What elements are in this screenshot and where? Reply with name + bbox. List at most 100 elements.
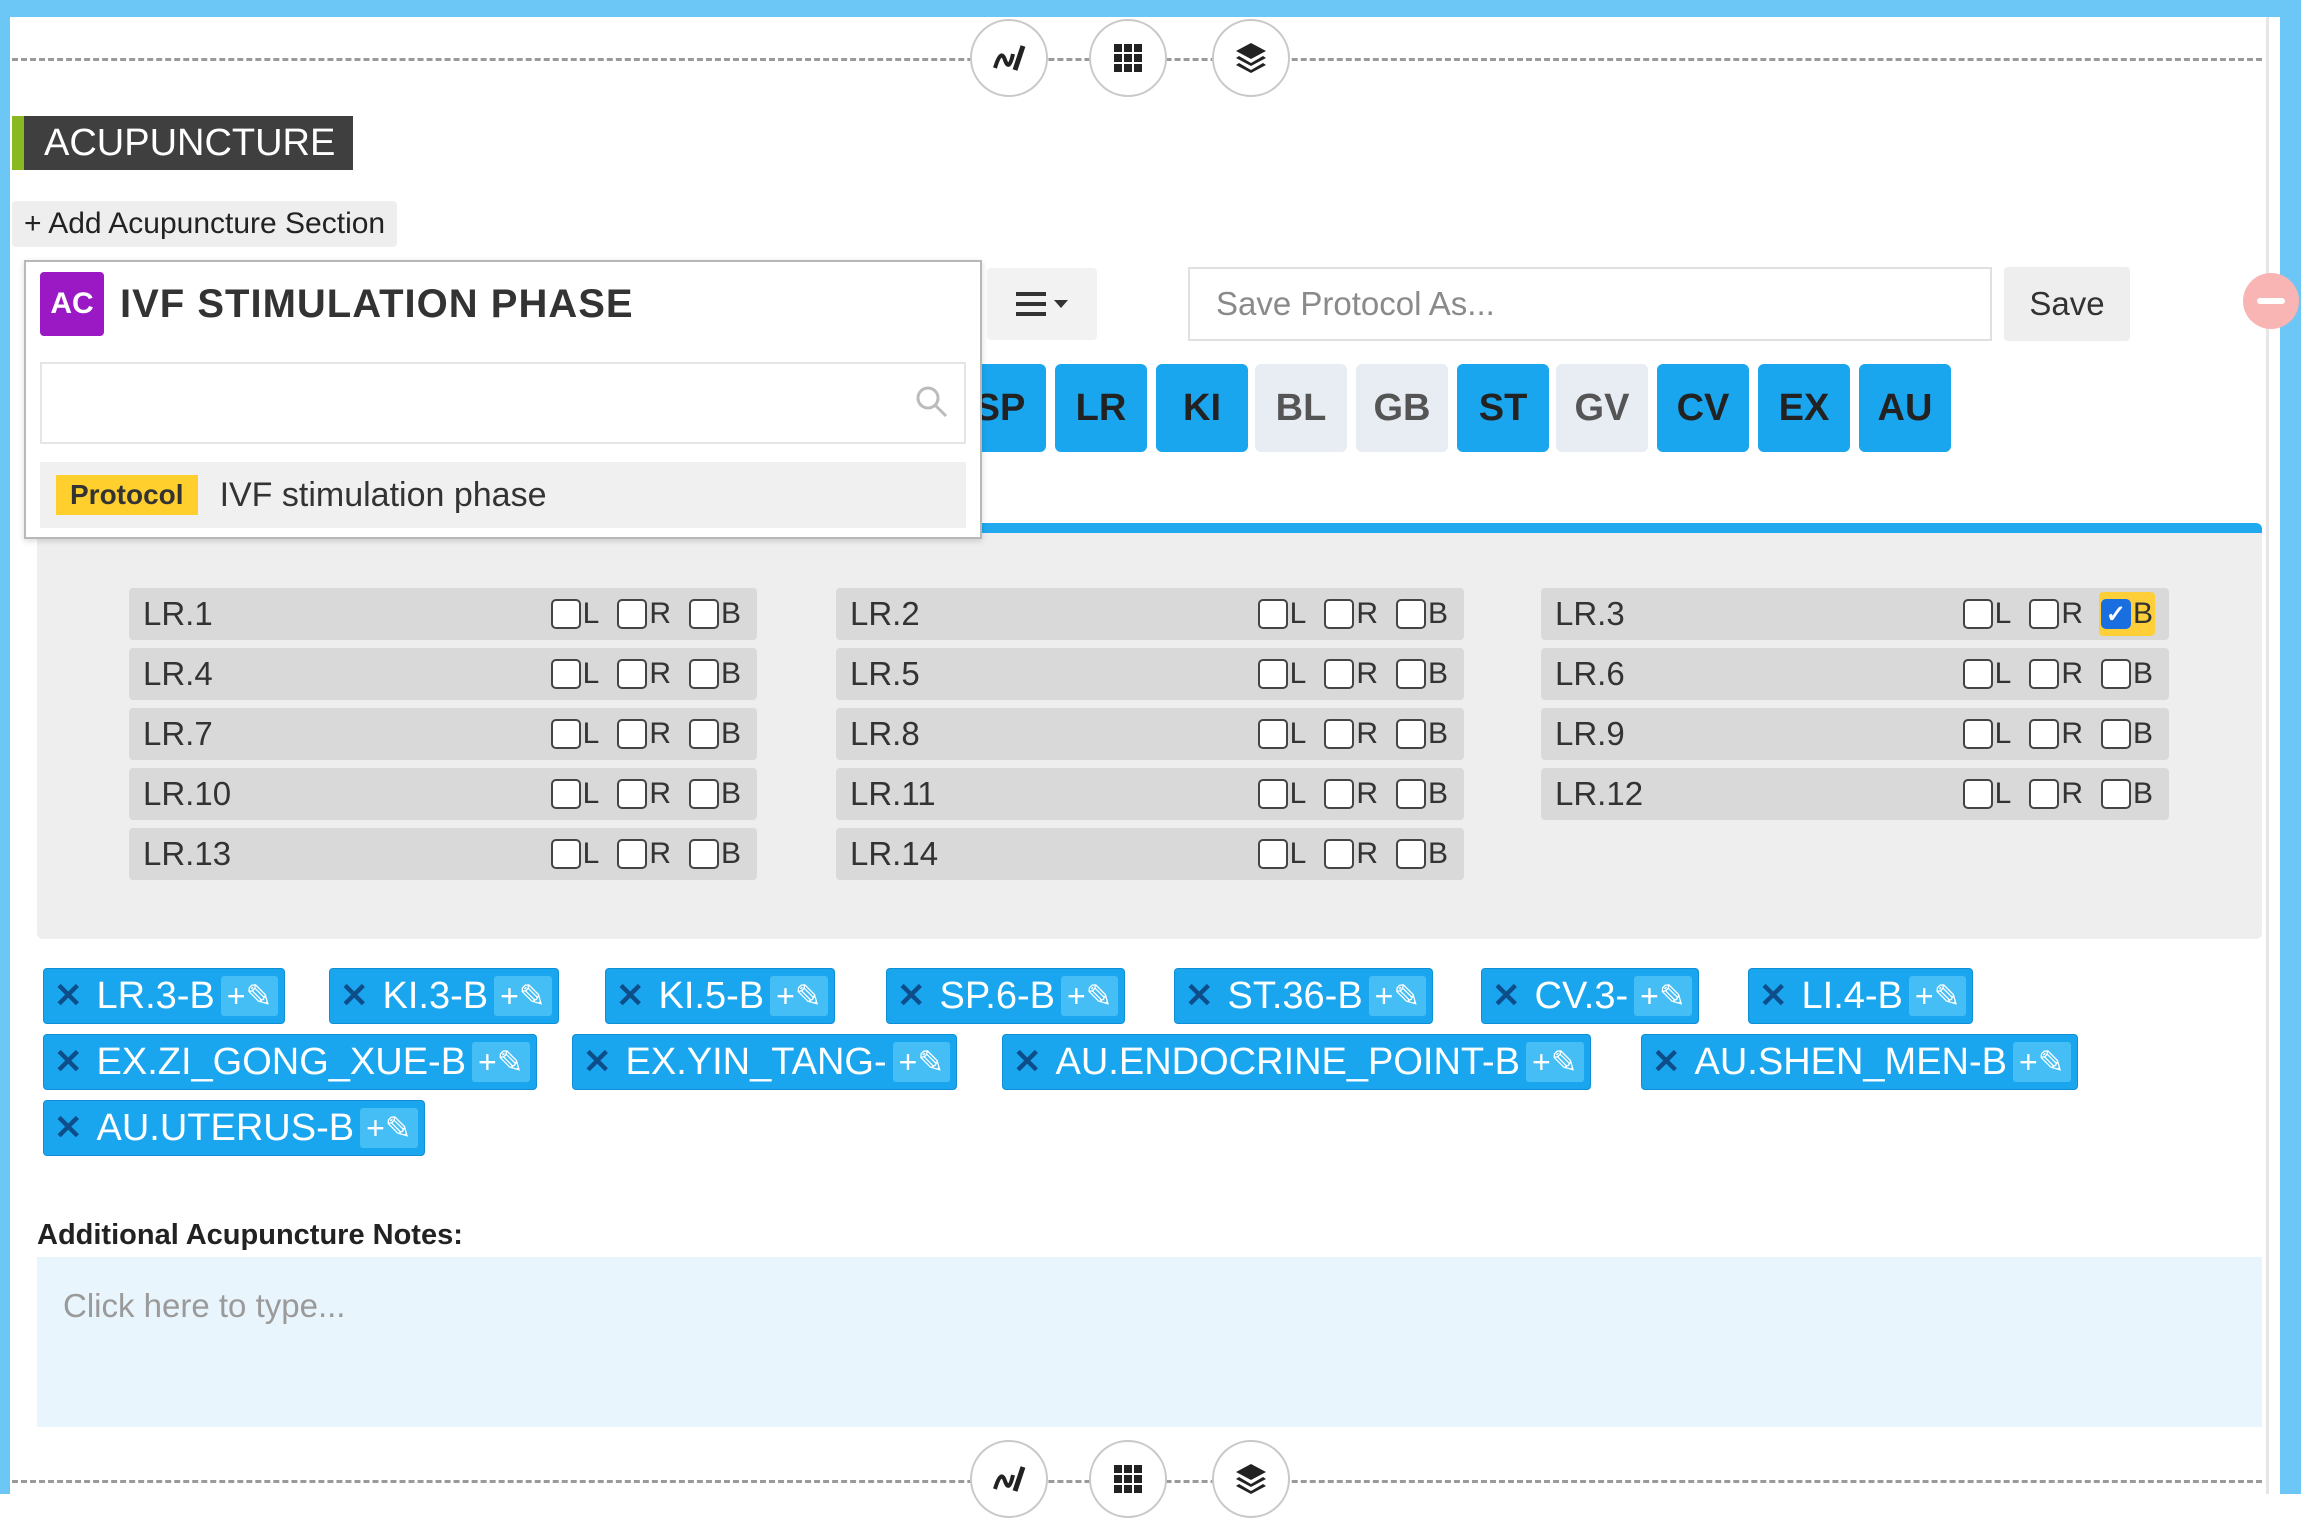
checkbox-box[interactable]: [2100, 779, 2131, 809]
edit-point-icon[interactable]: +✎: [770, 976, 828, 1016]
notes-textarea[interactable]: [37, 1257, 2262, 1427]
meridian-tab-gb[interactable]: GB: [1356, 364, 1448, 452]
edit-point-icon[interactable]: +✎: [1908, 976, 1967, 1016]
checkbox-box[interactable]: [688, 599, 719, 629]
remove-icon[interactable]: ✕: [54, 1042, 83, 1082]
side-checkbox-r[interactable]: R: [615, 652, 673, 696]
checkbox-box[interactable]: [1324, 839, 1355, 869]
side-checkbox-r[interactable]: R: [1322, 652, 1380, 696]
remove-icon[interactable]: ✕: [1759, 976, 1788, 1016]
side-checkbox-r[interactable]: R: [1322, 592, 1380, 636]
protocol-search-input[interactable]: [56, 364, 880, 442]
side-checkbox-b[interactable]: B: [1394, 652, 1450, 696]
remove-icon[interactable]: ✕: [1185, 976, 1214, 1016]
checkbox-box[interactable]: [688, 839, 719, 869]
meridian-tab-ki[interactable]: KI: [1156, 364, 1248, 452]
checkbox-box[interactable]: [2029, 719, 2060, 749]
checkbox-box[interactable]: [2029, 599, 2060, 629]
checkbox-box[interactable]: [2100, 719, 2131, 749]
edit-point-icon[interactable]: +✎: [1526, 1042, 1584, 1082]
checkbox-box[interactable]: [1395, 659, 1426, 689]
grid-icon[interactable]: [1089, 1440, 1167, 1518]
checkmark-icon[interactable]: ✓: [2100, 599, 2131, 629]
grid-icon[interactable]: [1089, 19, 1167, 97]
checkbox-box[interactable]: [617, 719, 648, 749]
side-checkbox-l[interactable]: L: [1256, 832, 1309, 876]
side-checkbox-b[interactable]: B: [2099, 652, 2155, 696]
protocol-menu-button[interactable]: [987, 268, 1097, 340]
checkbox-box[interactable]: [1324, 659, 1355, 689]
checkbox-box[interactable]: [1962, 719, 1993, 749]
side-checkbox-l[interactable]: L: [1961, 772, 2014, 816]
side-checkbox-b[interactable]: B: [2099, 772, 2155, 816]
checkbox-box[interactable]: [1257, 719, 1288, 749]
remove-icon[interactable]: ✕: [583, 1042, 612, 1082]
protocol-result-item[interactable]: Protocol IVF stimulation phase: [40, 462, 966, 528]
side-checkbox-b[interactable]: B: [687, 832, 743, 876]
meridian-tab-lr[interactable]: LR: [1055, 364, 1147, 452]
remove-icon[interactable]: ✕: [1492, 976, 1521, 1016]
side-checkbox-b[interactable]: ✓ B: [2098, 592, 2155, 636]
side-checkbox-l[interactable]: L: [1961, 592, 2014, 636]
checkbox-box[interactable]: [550, 839, 581, 869]
checkbox-box[interactable]: [617, 779, 648, 809]
side-checkbox-b[interactable]: B: [687, 652, 743, 696]
remove-icon[interactable]: ✕: [1652, 1042, 1681, 1082]
side-checkbox-b[interactable]: B: [687, 712, 743, 756]
checkbox-box[interactable]: [550, 659, 581, 689]
edit-point-icon[interactable]: +✎: [494, 976, 552, 1016]
side-checkbox-l[interactable]: L: [549, 652, 602, 696]
side-checkbox-b[interactable]: B: [687, 772, 743, 816]
side-checkbox-r[interactable]: R: [2027, 712, 2085, 756]
layers-icon[interactable]: [1212, 19, 1290, 97]
remove-icon[interactable]: ✕: [897, 976, 926, 1016]
meridian-tab-cv[interactable]: CV: [1657, 364, 1749, 452]
side-checkbox-r[interactable]: R: [2027, 592, 2085, 636]
checkbox-box[interactable]: [617, 839, 648, 869]
side-checkbox-l[interactable]: L: [1256, 712, 1309, 756]
add-acupuncture-section-button[interactable]: + Add Acupuncture Section: [12, 201, 398, 247]
checkbox-box[interactable]: [1324, 719, 1355, 749]
checkbox-box[interactable]: [1257, 599, 1288, 629]
side-checkbox-b[interactable]: B: [687, 592, 743, 636]
side-checkbox-r[interactable]: R: [1322, 712, 1380, 756]
checkbox-box[interactable]: [688, 659, 719, 689]
edit-point-icon[interactable]: +✎: [472, 1042, 530, 1082]
checkbox-box[interactable]: [550, 599, 581, 629]
side-checkbox-b[interactable]: B: [1394, 772, 1450, 816]
side-checkbox-b[interactable]: B: [1394, 712, 1450, 756]
checkbox-box[interactable]: [2029, 659, 2060, 689]
save-protocol-button[interactable]: Save: [2004, 267, 2130, 341]
side-checkbox-r[interactable]: R: [1322, 772, 1380, 816]
checkbox-box[interactable]: [1324, 599, 1355, 629]
side-checkbox-l[interactable]: L: [1256, 652, 1309, 696]
checkbox-box[interactable]: [617, 599, 648, 629]
checkbox-box[interactable]: [1395, 839, 1426, 869]
meridian-tab-ex[interactable]: EX: [1758, 364, 1850, 452]
checkbox-box[interactable]: [1962, 659, 1993, 689]
side-checkbox-r[interactable]: R: [615, 772, 673, 816]
side-checkbox-l[interactable]: L: [1961, 652, 2014, 696]
checkbox-box[interactable]: [550, 779, 581, 809]
remove-icon[interactable]: ✕: [54, 1108, 83, 1148]
side-checkbox-b[interactable]: B: [1394, 592, 1450, 636]
layers-icon[interactable]: [1212, 1440, 1290, 1518]
remove-icon[interactable]: ✕: [616, 976, 645, 1016]
side-checkbox-b[interactable]: B: [1394, 832, 1450, 876]
meridian-tab-au[interactable]: AU: [1859, 364, 1951, 452]
checkbox-box[interactable]: [1324, 779, 1355, 809]
side-checkbox-r[interactable]: R: [615, 832, 673, 876]
meridian-tab-st[interactable]: ST: [1457, 364, 1549, 452]
checkbox-box[interactable]: [617, 659, 648, 689]
side-checkbox-l[interactable]: L: [549, 712, 602, 756]
checkbox-box[interactable]: [1395, 719, 1426, 749]
checkbox-box[interactable]: [1257, 659, 1288, 689]
side-checkbox-r[interactable]: R: [2027, 652, 2085, 696]
side-checkbox-r[interactable]: R: [1322, 832, 1380, 876]
checkbox-box[interactable]: [1395, 599, 1426, 629]
save-protocol-input[interactable]: [1188, 267, 1992, 341]
checkbox-box[interactable]: [1395, 779, 1426, 809]
side-checkbox-r[interactable]: R: [615, 712, 673, 756]
checkbox-box[interactable]: [2029, 779, 2060, 809]
meridian-tab-gv[interactable]: GV: [1556, 364, 1648, 452]
